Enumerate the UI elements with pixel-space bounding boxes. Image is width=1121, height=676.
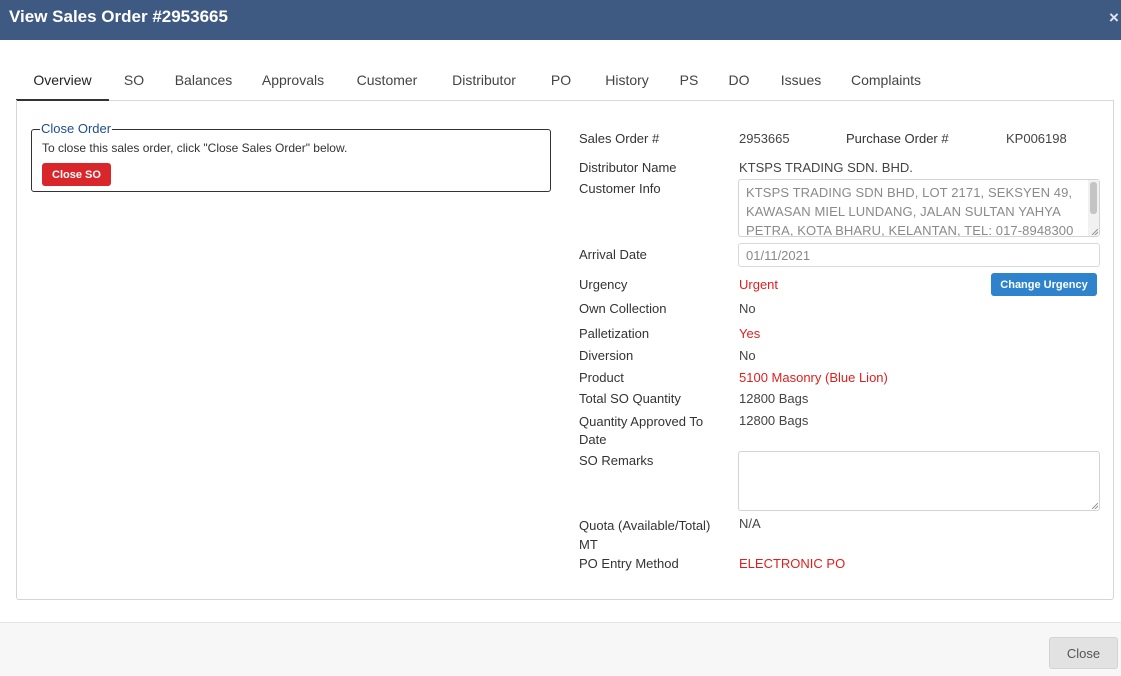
own-collection-label: Own Collection bbox=[579, 301, 667, 316]
tab-ps[interactable]: PS bbox=[677, 64, 701, 100]
close-order-legend: Close Order bbox=[40, 121, 113, 136]
quota-label: Quota (Available/Total) MT bbox=[579, 518, 711, 552]
so-remarks-resize-icon[interactable] bbox=[1092, 503, 1098, 509]
purchase-order-label: Purchase Order # bbox=[846, 131, 949, 146]
customer-info-resize-icon[interactable] bbox=[1092, 229, 1098, 235]
palletization-value: Yes bbox=[739, 326, 761, 341]
quota-value: N/A bbox=[739, 516, 761, 531]
tab-approvals[interactable]: Approvals bbox=[258, 64, 328, 100]
tab-do[interactable]: DO bbox=[724, 64, 754, 100]
distributor-name-value: KTSPS TRADING SDN. BHD. bbox=[739, 160, 913, 175]
tab-customer[interactable]: Customer bbox=[352, 64, 422, 100]
arrival-date-label: Arrival Date bbox=[579, 247, 647, 262]
close-so-button[interactable]: Close SO bbox=[42, 163, 111, 186]
po-entry-method-value: ELECTRONIC PO bbox=[739, 556, 846, 571]
so-remarks-label: SO Remarks bbox=[579, 453, 654, 468]
quantity-approved-value: 12800 Bags bbox=[739, 413, 809, 428]
tab-bar: Overview SO Balances Approvals Customer … bbox=[16, 64, 1114, 101]
customer-info-label: Customer Info bbox=[579, 181, 661, 196]
modal-footer bbox=[0, 623, 1121, 676]
product-label: Product bbox=[579, 370, 624, 385]
tab-issues[interactable]: Issues bbox=[778, 64, 824, 100]
urgency-label: Urgency bbox=[579, 277, 628, 292]
close-icon[interactable]: × bbox=[1109, 8, 1121, 28]
modal-title-bar: View Sales Order #2953665 × bbox=[0, 0, 1121, 40]
purchase-order-value: KP006198 bbox=[1006, 131, 1067, 146]
sales-order-label: Sales Order # bbox=[579, 131, 660, 146]
quantity-approved-label: Quantity Approved To Date bbox=[579, 414, 704, 447]
change-urgency-button[interactable]: Change Urgency bbox=[991, 273, 1097, 296]
customer-info-textarea[interactable]: KTSPS TRADING SDN BHD, LOT 2171, SEKSYEN… bbox=[738, 179, 1100, 237]
so-remarks-textarea[interactable] bbox=[738, 451, 1100, 511]
palletization-label: Palletization bbox=[579, 326, 650, 341]
modal-title: View Sales Order #2953665 bbox=[9, 7, 228, 26]
tab-overview[interactable]: Overview bbox=[16, 64, 109, 101]
diversion-label: Diversion bbox=[579, 348, 634, 363]
tab-history[interactable]: History bbox=[598, 64, 656, 100]
product-value: 5100 Masonry (Blue Lion) bbox=[739, 370, 888, 385]
tab-so[interactable]: SO bbox=[119, 64, 149, 100]
own-collection-value: No bbox=[739, 301, 756, 316]
tab-distributor[interactable]: Distributor bbox=[445, 64, 523, 100]
distributor-name-label: Distributor Name bbox=[579, 160, 677, 175]
arrival-date-input[interactable]: 01/11/2021 bbox=[738, 243, 1100, 267]
close-order-description: To close this sales order, click "Close … bbox=[42, 141, 348, 155]
total-so-quantity-label: Total SO Quantity bbox=[579, 391, 681, 406]
tab-po[interactable]: PO bbox=[546, 64, 576, 100]
urgency-value: Urgent bbox=[739, 277, 779, 292]
customer-info-scroll-thumb[interactable] bbox=[1090, 182, 1097, 214]
tab-balances[interactable]: Balances bbox=[171, 64, 236, 100]
diversion-value: No bbox=[739, 348, 756, 363]
total-so-quantity-value: 12800 Bags bbox=[739, 391, 809, 406]
po-entry-method-label: PO Entry Method bbox=[579, 556, 679, 571]
tab-complaints[interactable]: Complaints bbox=[848, 64, 924, 100]
footer-close-button[interactable]: Close bbox=[1049, 637, 1118, 669]
sales-order-value: 2953665 bbox=[739, 131, 790, 146]
